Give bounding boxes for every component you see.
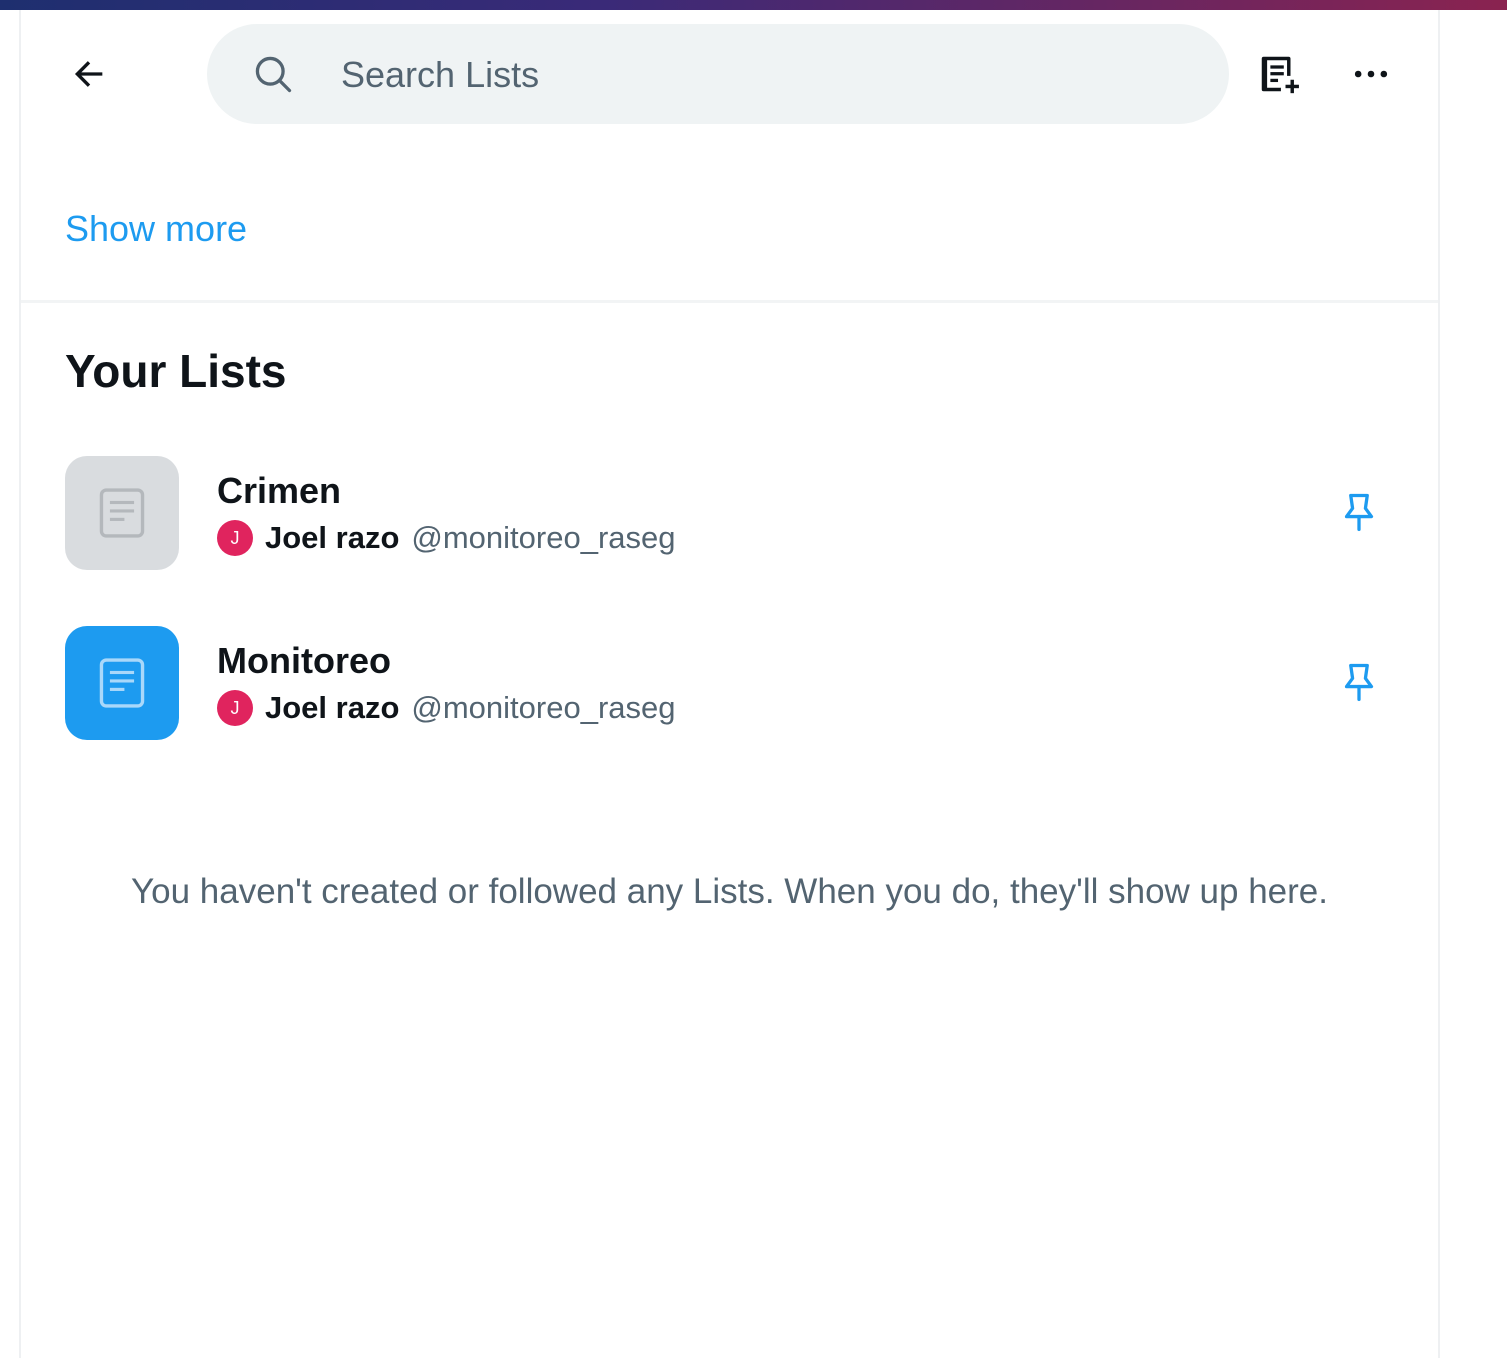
search-bar[interactable]: [207, 24, 1229, 124]
list-name: Monitoreo: [217, 640, 391, 681]
list-item-monitoreo[interactable]: Monitoreo J Joel razo @monitoreo_raseg: [21, 610, 1438, 750]
create-list-icon: [1261, 56, 1299, 94]
empty-state-message: You haven't created or followed any List…: [131, 872, 1328, 911]
top-accent-bar: [0, 0, 1507, 10]
owner-name: Joel razo: [265, 520, 400, 555]
back-button[interactable]: [65, 50, 113, 98]
your-lists-heading: Your Lists: [65, 345, 287, 397]
list-thumbnail: [65, 456, 179, 570]
list-icon: [99, 658, 145, 708]
avatar: J: [217, 520, 253, 556]
show-more-link[interactable]: Show more: [65, 208, 247, 250]
search-input[interactable]: [339, 44, 1203, 106]
search-icon: [255, 56, 292, 93]
lists-page: Show more Your Lists Crimen J Joel razo …: [19, 10, 1440, 1358]
owner-name: Joel razo: [265, 690, 400, 725]
avatar: J: [217, 690, 253, 726]
pin-icon: [1344, 663, 1374, 702]
list-owner: J Joel razo @monitoreo_raseg: [217, 688, 676, 728]
list-name: Crimen: [217, 470, 342, 511]
header: [21, 10, 1438, 130]
owner-handle: @monitoreo_raseg: [411, 690, 676, 725]
create-list-button[interactable]: [1253, 48, 1305, 100]
more-horizontal-icon: [1354, 70, 1388, 78]
list-thumbnail: [65, 626, 179, 740]
pin-button[interactable]: [1331, 654, 1387, 710]
more-options-button[interactable]: [1345, 48, 1397, 100]
list-icon: [99, 488, 145, 538]
arrow-left-icon: [74, 61, 103, 87]
section-divider: [21, 300, 1438, 303]
owner-handle: @monitoreo_raseg: [411, 520, 676, 555]
list-owner: J Joel razo @monitoreo_raseg: [217, 518, 676, 558]
list-item-crimen[interactable]: Crimen J Joel razo @monitoreo_raseg: [21, 440, 1438, 580]
pin-icon: [1344, 493, 1374, 532]
pin-button[interactable]: [1331, 484, 1387, 540]
